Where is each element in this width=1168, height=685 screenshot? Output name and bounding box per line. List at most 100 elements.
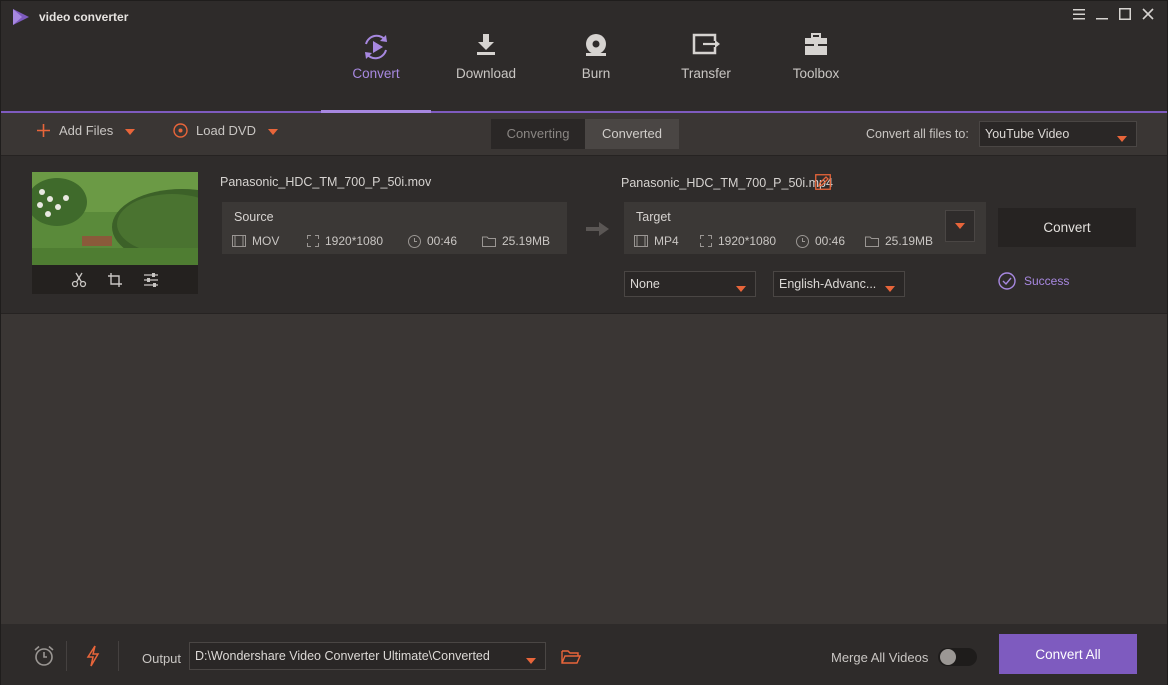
chevron-down-icon: [526, 653, 536, 667]
alarm-clock-icon[interactable]: [32, 644, 56, 668]
check-circle-icon: [998, 272, 1016, 290]
source-filename: Panasonic_HDC_TM_700_P_50i.mov: [220, 175, 431, 189]
source-resolution: 1920*1080: [307, 234, 383, 248]
target-format-dropdown[interactable]: [945, 210, 975, 242]
film-icon: [634, 235, 648, 247]
thumbnail-image: [32, 172, 198, 265]
merge-all-videos-label: Merge All Videos: [831, 650, 928, 665]
dvd-icon: [173, 123, 188, 138]
thumbnail-tools: [32, 265, 198, 294]
window-controls: [1067, 5, 1159, 23]
target-format-value: MP4: [654, 234, 679, 248]
target-resolution-value: 1920*1080: [718, 234, 776, 248]
target-size: 25.19MB: [865, 234, 933, 248]
chevron-down-icon: [885, 281, 895, 295]
source-info-box: Source MOV 1920*1080 00:46 25.19MB: [222, 202, 567, 254]
convert-all-button[interactable]: Convert All: [999, 634, 1137, 674]
arrow-right-icon: [586, 221, 610, 240]
scissors-icon[interactable]: [69, 270, 89, 290]
toolbar: Add Files Load DVD Converting Converted …: [1, 113, 1167, 155]
source-size: 25.19MB: [482, 234, 550, 248]
folder-icon: [865, 236, 879, 247]
chevron-down-icon: [736, 281, 746, 295]
load-dvd-dropdown-icon[interactable]: [268, 123, 278, 138]
subtitle-select-value: None: [630, 277, 660, 291]
nav-convert-label: Convert: [352, 66, 399, 81]
app-logo-icon: [11, 8, 31, 26]
nav-convert[interactable]: Convert: [321, 1, 431, 111]
resolution-icon: [307, 235, 319, 247]
load-dvd-label: Load DVD: [196, 123, 256, 138]
output-path-value: D:\Wondershare Video Converter Ultimate\…: [195, 649, 490, 663]
minimize-icon[interactable]: [1090, 5, 1113, 23]
source-format-value: MOV: [252, 234, 279, 248]
output-format-select[interactable]: YouTube Video: [979, 121, 1137, 147]
output-format-value: YouTube Video: [985, 127, 1069, 141]
source-duration: 00:46: [408, 234, 457, 248]
brand: video converter: [11, 8, 128, 26]
footer: Output D:\Wondershare Video Converter Ul…: [1, 624, 1167, 685]
nav-transfer[interactable]: Transfer: [651, 1, 761, 111]
maximize-icon[interactable]: [1113, 5, 1136, 23]
target-filename: Panasonic_HDC_TM_700_P_50i.mp4: [621, 176, 833, 190]
crop-icon[interactable]: [105, 270, 125, 290]
download-icon: [472, 31, 500, 65]
source-resolution-value: 1920*1080: [325, 234, 383, 248]
target-info-box[interactable]: Target MP4 1920*1080 00:46 25.19MB: [624, 202, 986, 254]
app-name: video converter: [39, 10, 128, 24]
convert-button[interactable]: Convert: [998, 208, 1136, 247]
source-title: Source: [234, 210, 274, 224]
lightning-icon[interactable]: [81, 644, 105, 668]
header: video converter: [1, 1, 1167, 113]
nav-burn-label: Burn: [582, 66, 611, 81]
plus-icon: [37, 124, 50, 137]
nav-transfer-label: Transfer: [681, 66, 731, 81]
audio-track-select[interactable]: English-Advanc...: [773, 271, 905, 297]
clock-icon: [408, 235, 421, 248]
subtitle-select[interactable]: None: [624, 271, 756, 297]
divider: [118, 641, 119, 671]
nav-toolbox-label: Toolbox: [793, 66, 840, 81]
toggle-knob: [940, 649, 956, 665]
add-files-button[interactable]: Add Files: [37, 123, 135, 138]
video-thumbnail[interactable]: [32, 172, 198, 294]
output-path-select[interactable]: D:\Wondershare Video Converter Ultimate\…: [189, 642, 546, 670]
load-dvd-button[interactable]: Load DVD: [173, 123, 278, 138]
transfer-icon: [691, 31, 721, 65]
target-duration: 00:46: [796, 234, 845, 248]
target-resolution: 1920*1080: [700, 234, 776, 248]
conversion-status: Success: [998, 272, 1069, 290]
nav-toolbox[interactable]: Toolbox: [761, 1, 871, 111]
converting-converted-tabs: Converting Converted: [491, 119, 679, 149]
target-duration-value: 00:46: [815, 234, 845, 248]
close-icon[interactable]: [1136, 5, 1159, 23]
menu-icon[interactable]: [1067, 5, 1090, 23]
add-files-label: Add Files: [59, 123, 113, 138]
source-size-value: 25.19MB: [502, 234, 550, 248]
edit-icon[interactable]: [815, 174, 831, 193]
target-title: Target: [636, 210, 671, 224]
tab-converted[interactable]: Converted: [585, 119, 679, 149]
folder-icon: [482, 236, 496, 247]
target-format: MP4: [634, 234, 679, 248]
convert-all-files-label: Convert all files to:: [866, 127, 969, 141]
output-label: Output: [142, 651, 181, 666]
merge-all-videos-toggle[interactable]: [938, 648, 977, 666]
chevron-down-icon: [1117, 131, 1127, 145]
nav-download[interactable]: Download: [431, 1, 541, 111]
effects-sliders-icon[interactable]: [141, 270, 161, 290]
target-size-value: 25.19MB: [885, 234, 933, 248]
tab-converting[interactable]: Converting: [491, 119, 585, 149]
source-duration-value: 00:46: [427, 234, 457, 248]
audio-track-select-value: English-Advanc...: [779, 277, 876, 291]
main-nav: Convert Download: [321, 1, 871, 111]
film-icon: [232, 235, 246, 247]
add-files-dropdown-icon[interactable]: [125, 123, 135, 138]
folder-open-icon[interactable]: [559, 645, 583, 669]
convert-icon: [360, 31, 392, 65]
divider: [66, 641, 67, 671]
burn-icon: [582, 31, 610, 65]
nav-burn[interactable]: Burn: [541, 1, 651, 111]
toolbox-icon: [802, 31, 830, 65]
nav-download-label: Download: [456, 66, 516, 81]
